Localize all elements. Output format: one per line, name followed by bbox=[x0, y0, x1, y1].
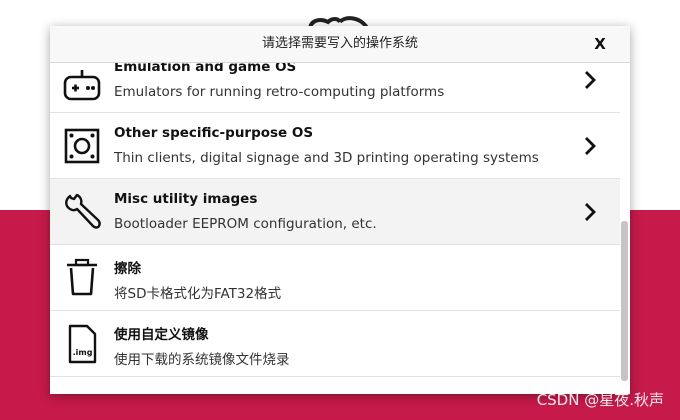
item-title: Emulation and game OS bbox=[114, 63, 297, 75]
trash-icon bbox=[62, 258, 102, 298]
item-title: Misc utility images bbox=[114, 191, 258, 207]
list-item[interactable]: Other specific-purpose OS Thin clients, … bbox=[50, 113, 620, 179]
close-button[interactable]: X bbox=[588, 26, 612, 62]
item-description: Emulators for running retro-computing pl… bbox=[114, 84, 445, 100]
item-title: 擦除 bbox=[114, 261, 141, 277]
os-select-dialog: 请选择需要写入的操作系统 X Emulation and game OS Emu… bbox=[50, 26, 630, 394]
item-description: Thin clients, digital signage and 3D pri… bbox=[114, 150, 539, 166]
list-item[interactable]: 擦除 将SD卡格式化为FAT32格式 bbox=[50, 245, 620, 311]
image-file-icon: .img bbox=[62, 324, 102, 364]
dialog-title: 请选择需要写入的操作系统 bbox=[261, 36, 418, 51]
list-item[interactable]: Emulation and game OS Emulators for runn… bbox=[50, 63, 620, 113]
item-description: 使用下载的系统镜像文件烧录 bbox=[114, 352, 290, 368]
scrollbar-thumb[interactable] bbox=[621, 221, 628, 381]
item-description: 将SD卡格式化为FAT32格式 bbox=[114, 286, 282, 302]
chevron-right-icon bbox=[582, 201, 598, 223]
chevron-right-icon bbox=[582, 69, 598, 91]
gamepad-icon bbox=[62, 66, 102, 106]
item-description: Bootloader EEPROM configuration, etc. bbox=[114, 216, 377, 232]
list-item[interactable]: .img 使用自定义镜像 使用下载的系统镜像文件烧录 bbox=[50, 311, 620, 377]
file-extension-label: .img bbox=[73, 348, 93, 357]
dialog-header: 请选择需要写入的操作系统 X bbox=[50, 26, 630, 63]
chevron-right-icon bbox=[582, 135, 598, 157]
speaker-box-icon bbox=[62, 126, 102, 166]
os-list[interactable]: Emulation and game OS Emulators for runn… bbox=[50, 63, 620, 394]
item-title: Other specific-purpose OS bbox=[114, 125, 314, 141]
watermark: CSDN @星夜.秋声 bbox=[536, 391, 664, 409]
item-title: 使用自定义镜像 bbox=[114, 327, 209, 343]
wrench-icon bbox=[62, 192, 102, 232]
list-item[interactable]: Misc utility images Bootloader EEPROM co… bbox=[50, 179, 620, 245]
